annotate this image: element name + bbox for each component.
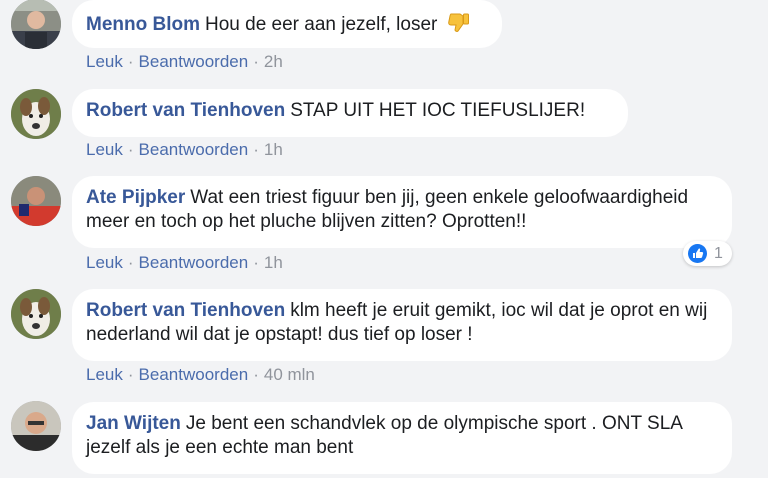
comment-actions: Leuk · Beantwoorden · 2h [86, 52, 283, 72]
separator: · [127, 52, 134, 71]
avatar[interactable] [11, 89, 61, 139]
comment-author[interactable]: Robert van Tienhoven [86, 300, 285, 321]
reaction-badge[interactable]: 1 [683, 241, 732, 266]
separator: · [253, 52, 259, 71]
like-link[interactable]: Leuk [86, 140, 123, 159]
comment-text: STAP UIT HET IOC TIEFUSLIJER! [290, 100, 586, 121]
separator: · [127, 140, 134, 159]
like-link[interactable]: Leuk [86, 52, 123, 71]
comment-text: Hou de eer aan jezelf, loser [205, 14, 438, 35]
comment-actions: Leuk · Beantwoorden · 1h [86, 140, 283, 160]
comment-time[interactable]: 1h [264, 253, 283, 272]
comment-time[interactable]: 40 mln [264, 365, 315, 384]
comment-author[interactable]: Ate Pijpker [86, 187, 185, 208]
avatar[interactable] [11, 401, 61, 451]
comment-author[interactable]: Menno Blom [86, 14, 200, 35]
separator: · [253, 253, 259, 272]
comment-author[interactable]: Robert van Tienhoven [86, 100, 285, 121]
comment-bubble: Menno Blom Hou de eer aan jezelf, loser [72, 0, 502, 48]
comment-bubble: Robert van Tienhoven STAP UIT HET IOC TIE… [72, 89, 628, 137]
avatar[interactable] [11, 289, 61, 339]
thumbs-down-emoji [447, 10, 471, 34]
reply-link[interactable]: Beantwoorden [139, 253, 249, 272]
comment-actions: Leuk · Beantwoorden · 1h [86, 253, 283, 273]
comment-bubble: Jan Wijten Je bent een schandvlek op de o… [72, 402, 732, 474]
comment-author[interactable]: Jan Wijten [86, 413, 181, 434]
reply-link[interactable]: Beantwoorden [139, 365, 249, 384]
comment-time[interactable]: 2h [264, 52, 283, 71]
avatar[interactable] [11, 0, 61, 49]
reply-link[interactable]: Beantwoorden [139, 52, 249, 71]
separator: · [127, 365, 134, 384]
separator: · [253, 365, 259, 384]
comment-actions: Leuk · Beantwoorden · 40 mln [86, 365, 315, 385]
reaction-count: 1 [714, 245, 723, 262]
reply-link[interactable]: Beantwoorden [139, 140, 249, 159]
separator: · [127, 253, 134, 272]
like-icon [688, 244, 707, 263]
comment-bubble: Ate Pijpker Wat een triest figuur ben jij… [72, 176, 732, 248]
avatar[interactable] [11, 176, 61, 226]
comment-time[interactable]: 1h [264, 140, 283, 159]
comment-bubble: Robert van Tienhoven klm heeft je eruit g… [72, 289, 732, 361]
like-link[interactable]: Leuk [86, 253, 123, 272]
like-link[interactable]: Leuk [86, 365, 123, 384]
separator: · [253, 140, 259, 159]
